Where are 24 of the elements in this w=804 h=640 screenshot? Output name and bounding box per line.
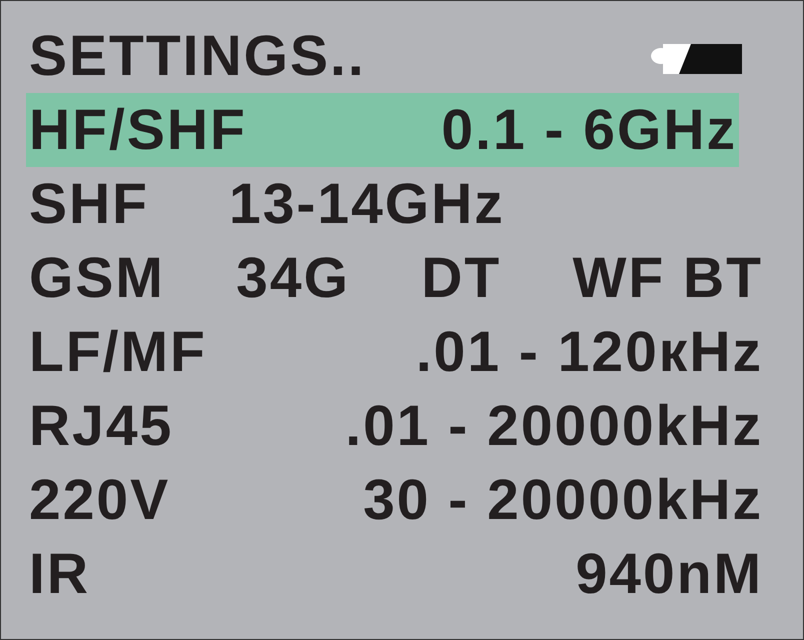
menu-row[interactable]: SHF 13-14GHz <box>29 167 763 241</box>
row-label: RJ45 <box>29 398 174 454</box>
screen-title: SETTINGS.. <box>29 28 366 84</box>
menu-row[interactable]: HF/SHF 0.1 - 6GHz <box>26 93 739 167</box>
menu-row[interactable]: LF/MF .01 - 120кHz <box>29 315 763 389</box>
row-value: WF BT <box>572 250 763 306</box>
row-label: SHF <box>29 176 149 232</box>
row-label: HF/SHF <box>29 102 247 158</box>
row-label: IR <box>29 546 90 602</box>
row-label: 220V <box>29 472 170 528</box>
row-value: 0.1 - 6GHz <box>441 102 737 158</box>
menu-row[interactable]: 220V 30 - 20000kHz <box>29 463 763 537</box>
row-label: GSM <box>29 250 165 306</box>
menu-row[interactable]: GSM 34G DT WF BT <box>29 241 763 315</box>
row-label: LF/MF <box>29 324 207 380</box>
row-value: 13-14GHz <box>229 176 505 232</box>
row-value: 34G <box>236 250 350 306</box>
row-value: .01 - 120кHz <box>416 324 763 380</box>
row-value: DT <box>421 250 502 306</box>
row-value: .01 - 20000kHz <box>345 398 763 454</box>
menu-row[interactable]: RJ45 .01 - 20000kHz <box>29 389 763 463</box>
row-value: 940nM <box>576 546 763 602</box>
menu-row[interactable]: IR 940nM <box>29 537 763 611</box>
row-value: 30 - 20000kHz <box>363 472 763 528</box>
